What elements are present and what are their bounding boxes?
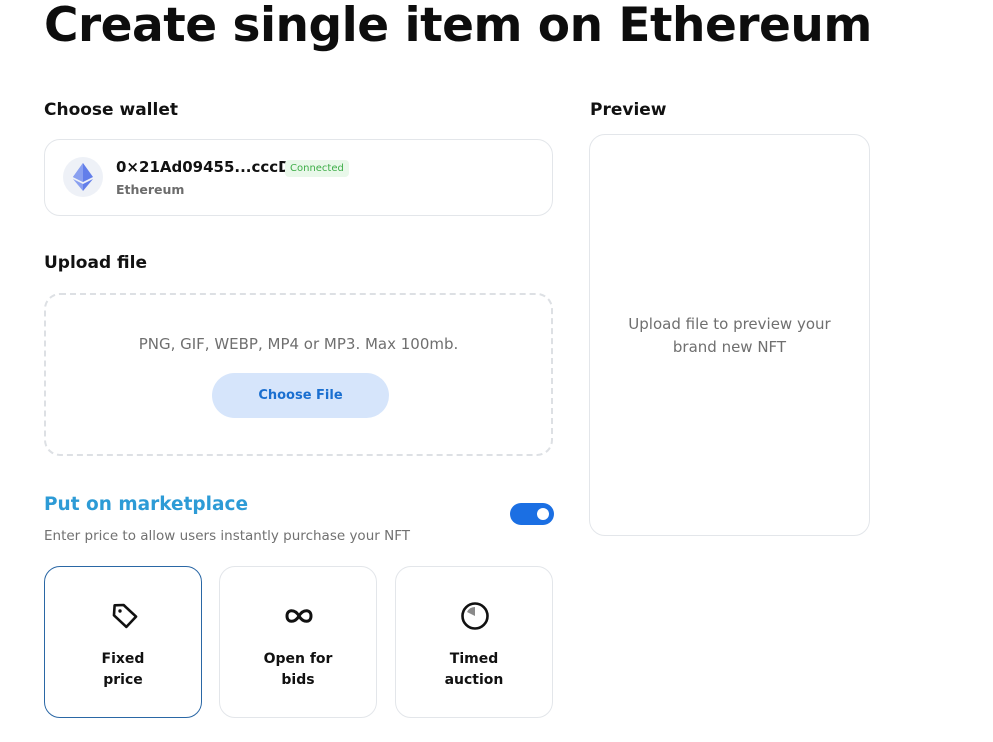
preview-placeholder-line: brand new NFT (672, 338, 787, 356)
marketplace-description: Enter price to allow users instantly pur… (44, 528, 410, 544)
timed-auction-option[interactable]: Timed auction (395, 566, 553, 718)
preview-label: Preview (590, 100, 667, 120)
option-label: Fixed price (45, 649, 201, 691)
option-label-line: Fixed (101, 651, 145, 667)
option-label-line: auction (444, 672, 504, 688)
timer-icon (461, 602, 489, 630)
preview-placeholder-line: Upload file to preview your (628, 315, 831, 333)
ethereum-icon (63, 157, 103, 197)
preview-panel: Upload file to preview your brand new NF… (589, 134, 870, 536)
upload-dropzone[interactable]: PNG, GIF, WEBP, MP4 or MP3. Max 100mb. C… (44, 293, 553, 456)
infinity-icon (285, 609, 313, 623)
option-label: Timed auction (396, 649, 552, 691)
preview-placeholder: Upload file to preview your brand new NF… (610, 313, 849, 359)
option-label-line: price (103, 672, 143, 688)
wallet-network: Ethereum (116, 182, 185, 197)
wallet-address: 0×21Ad09455...cccD (116, 158, 291, 176)
connected-badge: Connected (285, 160, 349, 177)
open-for-bids-option[interactable]: Open for bids (219, 566, 377, 718)
fixed-price-option[interactable]: Fixed price (44, 566, 202, 718)
put-on-marketplace-title: Put on marketplace (44, 494, 248, 515)
option-label-line: Open for (263, 651, 333, 667)
choose-wallet-label: Choose wallet (44, 100, 178, 120)
option-label: Open for bids (220, 649, 376, 691)
upload-file-label: Upload file (44, 253, 147, 273)
page-title: Create single item on Ethereum (44, 0, 872, 53)
option-label-line: Timed (449, 651, 499, 667)
create-item-page: Create single item on Ethereum Choose wa… (0, 0, 993, 742)
price-tag-icon (112, 603, 138, 629)
wallet-card[interactable]: 0×21Ad09455...cccD Connected Ethereum (44, 139, 553, 216)
option-label-line: bids (281, 672, 315, 688)
marketplace-toggle[interactable] (510, 503, 554, 525)
choose-file-button[interactable]: Choose File (212, 373, 389, 418)
upload-hint: PNG, GIF, WEBP, MP4 or MP3. Max 100mb. (138, 335, 459, 353)
toggle-knob (537, 508, 549, 520)
